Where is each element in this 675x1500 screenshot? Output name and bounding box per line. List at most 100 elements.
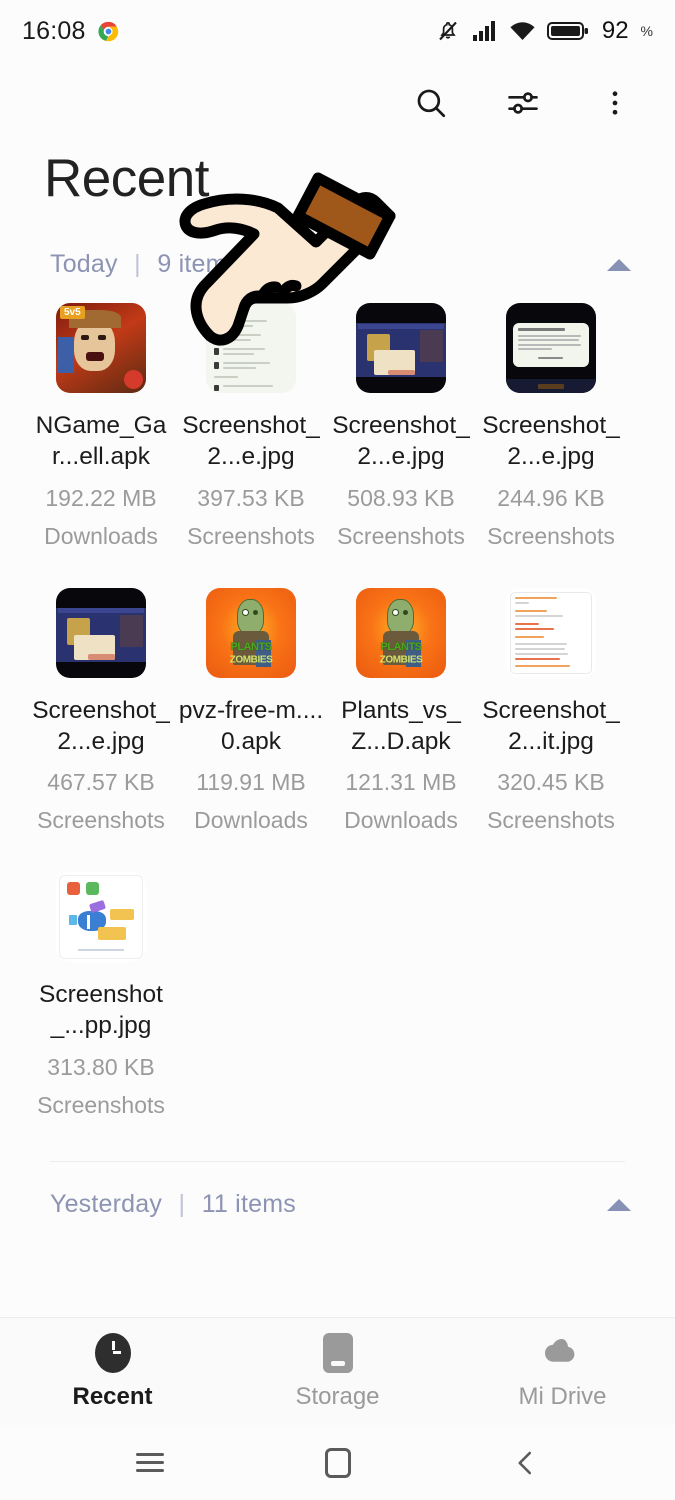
file-name: Screenshot_2...e.jpg — [182, 412, 320, 470]
silent-bell-icon — [439, 21, 457, 41]
file-item[interactable]: Screenshot_2...e.jpg 244.96 KB Screensho… — [476, 295, 626, 580]
search-icon — [417, 89, 446, 118]
nav-label-storage: Storage — [295, 1382, 380, 1410]
file-size: 508.93 KB — [347, 484, 455, 511]
section-header-yesterday-text: Yesterday | 11 items — [50, 1190, 296, 1219]
section-header-yesterday[interactable]: Yesterday | 11 items — [0, 1162, 675, 1233]
overflow-menu-button[interactable] — [591, 79, 639, 127]
file-size: 121.31 MB — [345, 769, 457, 796]
search-button[interactable] — [407, 79, 455, 127]
bottom-navigation-bar: Recent Storage Mi Drive — [0, 1317, 675, 1425]
file-manager-screen: 16:08 92 % Recent Today | 9 items 5v5 NG… — [0, 0, 675, 1500]
file-item[interactable]: PLANTS ZOMBIES pvz-free-m....0.apk 119.9… — [176, 580, 326, 865]
file-thumbnail — [506, 587, 596, 678]
battery-percent-symbol: % — [640, 23, 653, 39]
chrome-icon — [98, 21, 118, 41]
file-size: 244.96 KB — [497, 484, 605, 511]
file-location: Downloads — [44, 522, 158, 549]
battery-icon — [546, 22, 588, 40]
file-location: Screenshots — [487, 522, 615, 549]
pvz-logo-label: PLANTS — [380, 641, 423, 654]
back-button[interactable] — [502, 1439, 550, 1487]
status-time: 16:08 — [22, 16, 86, 45]
file-thumbnail: PLANTS ZOMBIES — [356, 587, 446, 678]
collapse-triangle-icon[interactable] — [607, 258, 631, 271]
file-size: 192.22 MB — [45, 484, 157, 511]
cloud-backup-art — [59, 875, 143, 960]
game-screenshot-art — [356, 303, 446, 393]
section-header-today-text: Today | 9 items — [50, 250, 239, 279]
file-size: 119.91 MB — [196, 769, 306, 796]
nav-item-mi-drive[interactable]: Mi Drive — [450, 1333, 675, 1411]
file-location: Downloads — [344, 807, 458, 834]
notes-app-icon — [86, 882, 99, 896]
signal-bars-icon — [472, 21, 495, 41]
file-name: Screenshot_2...e.jpg — [482, 412, 620, 470]
battery-percent: 92 — [601, 17, 629, 44]
section-count: 11 items — [201, 1190, 296, 1219]
file-item[interactable]: Screenshot_...pp.jpg 313.80 KB Screensho… — [26, 864, 176, 1149]
file-item[interactable]: 5v5 NGame_Gar...ell.apk 192.22 MB Downlo… — [26, 295, 176, 580]
overflow-menu-icon — [612, 91, 618, 115]
collapse-triangle-icon[interactable] — [607, 1198, 631, 1211]
pvz-icon-art: PLANTS ZOMBIES — [206, 588, 296, 678]
file-size: 313.80 KB — [47, 1054, 155, 1081]
file-thumbnail — [206, 303, 296, 393]
file-location: Screenshots — [37, 807, 165, 834]
filter-sliders-icon — [508, 92, 538, 114]
file-name: Screenshot_2...it.jpg — [482, 696, 620, 755]
file-location: Screenshots — [487, 807, 615, 834]
app-toolbar — [0, 62, 675, 144]
file-thumbnail — [56, 587, 146, 678]
receipt-screenshot-art — [510, 591, 592, 674]
status-bar-left: 16:08 — [22, 17, 119, 46]
clock-icon — [94, 1332, 131, 1373]
file-item[interactable]: PLANTS ZOMBIES Plants_vs_Z...D.apk 121.3… — [326, 580, 476, 865]
nav-label-mi-drive: Mi Drive — [518, 1382, 607, 1410]
recents-menu-icon — [135, 1448, 164, 1477]
file-location: Downloads — [194, 807, 308, 834]
pvz-icon-art: PLANTS ZOMBIES — [356, 588, 446, 678]
file-name: Screenshot_2...e.jpg — [332, 412, 470, 470]
file-thumbnail: PLANTS ZOMBIES — [206, 587, 296, 678]
contacts-app-icon — [67, 882, 80, 896]
phone-icon — [322, 1332, 353, 1373]
file-location: Screenshots — [337, 522, 465, 549]
file-name: Screenshot_...pp.jpg — [39, 981, 163, 1040]
file-thumbnail — [356, 303, 446, 393]
file-size: 467.57 KB — [47, 769, 155, 796]
section-separator: | — [178, 1190, 186, 1219]
wifi-icon — [510, 22, 535, 41]
back-chevron-icon — [517, 1451, 531, 1474]
pvz-logo-label: PLANTS — [230, 641, 273, 654]
section-header-today[interactable]: Today | 9 items — [0, 232, 675, 293]
nav-item-recent[interactable]: Recent — [0, 1332, 225, 1411]
status-bar: 16:08 92 % — [0, 0, 675, 62]
file-grid: 5v5 NGame_Gar...ell.apk 192.22 MB Downlo… — [0, 293, 675, 1149]
cloud-icon — [544, 1338, 574, 1362]
section-label: Today — [50, 250, 118, 278]
home-button[interactable] — [314, 1439, 362, 1487]
home-square-icon — [324, 1447, 351, 1478]
recents-button[interactable] — [126, 1439, 174, 1487]
page-title: Recent — [44, 149, 209, 208]
file-item[interactable]: Screenshot_2...e.jpg 508.93 KB Screensho… — [326, 295, 476, 580]
file-thumbnail: 5v5 — [56, 303, 146, 393]
section-separator: | — [134, 250, 141, 278]
sort-filter-button[interactable] — [499, 79, 547, 127]
file-name: pvz-free-m....0.apk — [178, 696, 324, 755]
section-count: 9 items — [157, 250, 240, 278]
warning-dialog-art — [506, 303, 596, 393]
file-item[interactable]: Screenshot_2...e.jpg 467.57 KB Screensho… — [26, 580, 176, 865]
file-name: NGame_Gar...ell.apk — [35, 412, 167, 470]
file-item[interactable]: Screenshot_2...it.jpg 320.45 KB Screensh… — [476, 580, 626, 865]
status-bar-right: 92 % — [435, 17, 653, 45]
file-item[interactable]: Screenshot_2...e.jpg 397.53 KB Screensho… — [176, 295, 326, 580]
section-label: Yesterday — [50, 1190, 163, 1219]
nav-label-recent: Recent — [72, 1382, 153, 1410]
file-name: Screenshot_2...e.jpg — [32, 696, 170, 755]
file-name: Plants_vs_Z...D.apk — [341, 696, 461, 755]
download-list-art — [206, 303, 296, 393]
nav-item-storage[interactable]: Storage — [225, 1332, 450, 1411]
file-thumbnail — [506, 303, 596, 393]
